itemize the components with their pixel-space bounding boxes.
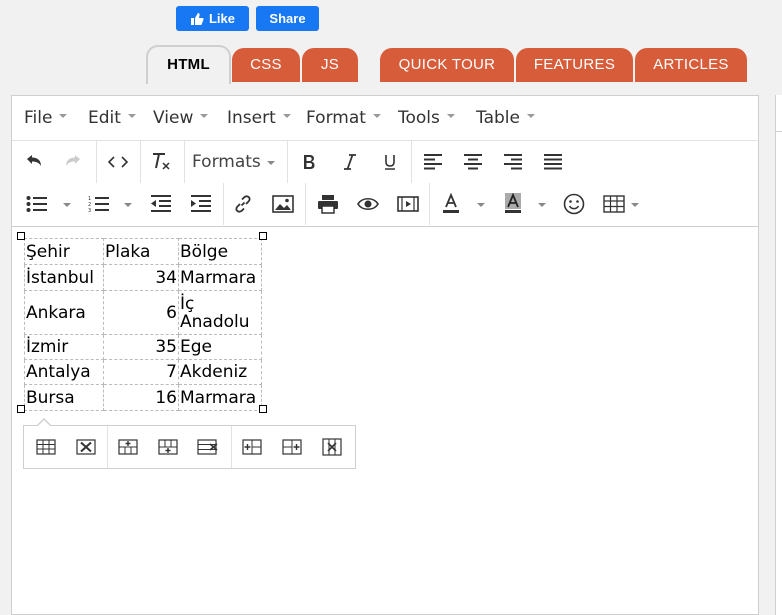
table-cell[interactable]: 34	[103, 264, 179, 291]
resize-handle-bottom-left[interactable]	[17, 405, 25, 413]
menu-format[interactable]: Format	[306, 108, 381, 128]
align-center-icon[interactable]	[458, 147, 488, 177]
tab-js[interactable]: JS	[302, 48, 358, 82]
tab-quick-tour[interactable]: QUICK TOUR	[380, 48, 514, 82]
background-color-icon[interactable]	[498, 189, 528, 219]
table-cell[interactable]: İstanbul	[24, 264, 104, 291]
table-cell[interactable]: Ege	[178, 334, 262, 360]
table-properties-icon[interactable]	[31, 432, 61, 462]
underline-icon[interactable]	[375, 147, 405, 177]
insert-column-before-icon[interactable]	[237, 432, 267, 462]
menu-view[interactable]: View	[153, 108, 209, 128]
tab-label: FEATURES	[533, 55, 616, 73]
delete-table-icon[interactable]	[71, 432, 101, 462]
text-color-icon[interactable]	[436, 189, 466, 219]
table-cell[interactable]: Bölge	[178, 238, 262, 265]
table-row: Antalya 7 Akdeniz	[24, 359, 262, 385]
table-cell[interactable]: Şehir	[24, 238, 104, 265]
emoticons-icon[interactable]	[559, 189, 589, 219]
redo-icon[interactable]	[58, 147, 88, 177]
menu-tools[interactable]: Tools	[398, 108, 455, 128]
table-row: İzmir 35 Ege	[24, 334, 262, 360]
menu-table[interactable]: Table	[476, 108, 535, 128]
table-cell[interactable]: Antalya	[24, 359, 104, 385]
menu-edit[interactable]: Edit	[88, 108, 136, 128]
preview-icon[interactable]	[353, 189, 383, 219]
formats-label: Formats	[192, 152, 261, 172]
table-cell[interactable]: İzmir	[24, 334, 104, 360]
table-cell[interactable]: Marmara	[178, 264, 262, 291]
numbered-list-icon[interactable]: 123	[84, 189, 114, 219]
table-row: Şehir Plaka Bölge	[24, 238, 262, 265]
resize-handle-top-right[interactable]	[259, 232, 267, 240]
menu-file[interactable]: File	[24, 108, 68, 128]
align-justify-icon[interactable]	[538, 147, 568, 177]
italic-icon[interactable]	[335, 147, 365, 177]
source-code-icon[interactable]	[103, 147, 133, 177]
outdent-icon[interactable]	[146, 189, 176, 219]
bold-icon[interactable]	[294, 147, 324, 177]
table-cell[interactable]: 7	[103, 359, 179, 385]
print-icon[interactable]	[313, 189, 343, 219]
facebook-like-button[interactable]: Like	[176, 6, 249, 31]
tab-label: JS	[320, 55, 340, 73]
link-icon[interactable]	[228, 189, 258, 219]
media-icon[interactable]	[393, 189, 423, 219]
facebook-share-button[interactable]: Share	[256, 6, 319, 31]
tab-label: HTML	[167, 56, 210, 73]
tab-features[interactable]: FEATURES	[516, 48, 633, 82]
toolbar-row-2: 123	[12, 183, 758, 225]
align-left-icon[interactable]	[418, 147, 448, 177]
rich-text-editor: File Edit View Insert Format Tools Table…	[11, 95, 759, 615]
table-cell[interactable]: 35	[103, 334, 179, 360]
content-table[interactable]: Şehir Plaka Bölge İstanbul 34 Marmara An…	[24, 238, 262, 411]
table-cell[interactable]: İç Anadolu	[178, 290, 262, 335]
clear-formatting-icon[interactable]	[146, 147, 176, 177]
tab-html[interactable]: HTML	[146, 45, 231, 84]
table-cell[interactable]: 16	[103, 384, 179, 411]
resize-handle-top-left[interactable]	[17, 232, 25, 240]
tab-label: CSS	[250, 55, 282, 73]
table-cell[interactable]: Ankara	[24, 290, 104, 335]
table-cell[interactable]: Bursa	[24, 384, 104, 411]
delete-column-icon[interactable]	[317, 432, 347, 462]
insert-column-after-icon[interactable]	[277, 432, 307, 462]
table-cell[interactable]: 6	[103, 290, 179, 335]
insert-row-after-icon[interactable]	[153, 432, 183, 462]
indent-icon[interactable]	[186, 189, 216, 219]
share-label: Share	[269, 11, 306, 26]
tab-label: ARTICLES	[653, 55, 729, 73]
align-right-icon[interactable]	[498, 147, 528, 177]
toolbar-row-1: Formats	[12, 141, 758, 183]
like-label: Like	[208, 11, 235, 26]
insert-row-before-icon[interactable]	[113, 432, 143, 462]
undo-icon[interactable]	[19, 147, 49, 177]
tab-css[interactable]: CSS	[232, 48, 300, 82]
table-cell[interactable]: Akdeniz	[178, 359, 262, 385]
table-cell[interactable]: Plaka	[103, 238, 179, 265]
tab-articles[interactable]: ARTICLES	[635, 48, 747, 82]
table-row: Ankara 6 İç Anadolu	[24, 290, 262, 335]
table-cell[interactable]: Marmara	[178, 384, 262, 411]
resize-handle-bottom-right[interactable]	[259, 405, 267, 413]
image-icon[interactable]	[268, 189, 298, 219]
thumbs-up-icon	[190, 12, 204, 25]
table-icon[interactable]	[599, 189, 629, 219]
delete-row-icon[interactable]	[193, 432, 223, 462]
table-row: İstanbul 34 Marmara	[24, 264, 262, 291]
table-context-toolbar	[23, 418, 356, 469]
bullet-list-icon[interactable]	[22, 189, 52, 219]
formats-dropdown[interactable]: Formats	[192, 147, 278, 177]
menubar: File Edit View Insert Format Tools Table	[12, 96, 758, 141]
svg-text:3: 3	[88, 208, 91, 213]
table-row: Bursa 16 Marmara	[24, 384, 262, 411]
menu-insert[interactable]: Insert	[227, 108, 291, 128]
tab-label: QUICK TOUR	[398, 55, 496, 73]
right-panel	[775, 95, 782, 615]
